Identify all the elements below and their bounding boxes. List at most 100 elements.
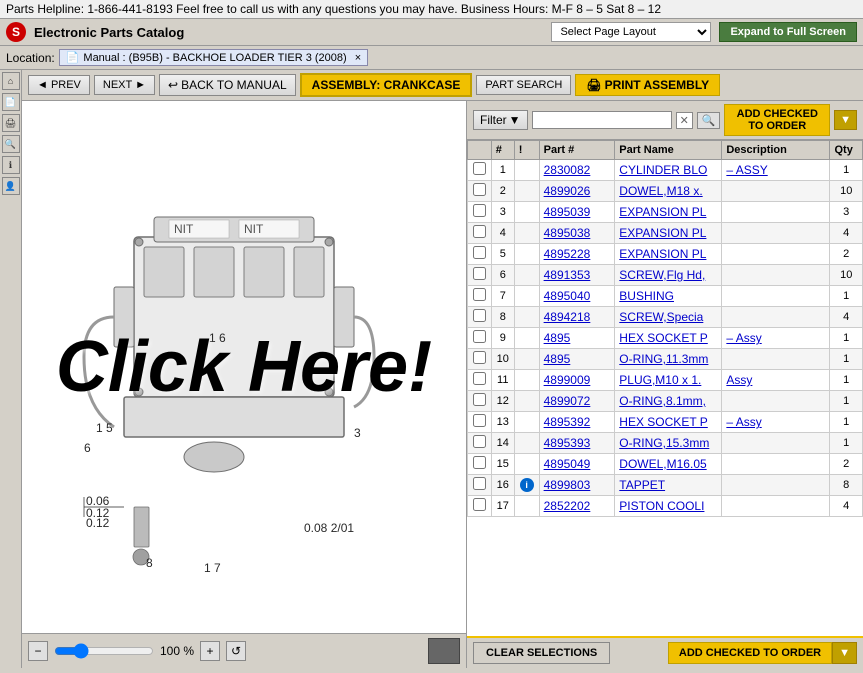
row-part-number[interactable]: 4895392	[539, 412, 615, 433]
clear-selections-button[interactable]: CLEAR SELECTIONS	[473, 642, 610, 664]
part-number-link[interactable]: 4895040	[544, 289, 591, 303]
row-checkbox[interactable]	[473, 435, 486, 448]
row-description[interactable]	[722, 391, 830, 412]
part-number-link[interactable]: 4895393	[544, 436, 591, 450]
part-name-link[interactable]: TAPPET	[619, 478, 665, 492]
row-part-number[interactable]: 4899803	[539, 475, 615, 496]
row-description[interactable]	[722, 265, 830, 286]
assembly-image[interactable]: NIT NIT 0.06 0.12 0.12 1 5 1 6	[22, 101, 466, 633]
row-checkbox[interactable]	[473, 456, 486, 469]
row-part-name[interactable]: SCREW,Specia	[615, 307, 722, 328]
add-checked-to-order-button[interactable]: ADD CHECKED TO ORDER	[724, 104, 830, 136]
row-description[interactable]: – ASSY	[722, 160, 830, 181]
row-description[interactable]	[722, 181, 830, 202]
row-part-number[interactable]: 4895	[539, 328, 615, 349]
part-name-link[interactable]: O-RING,15.3mm	[619, 436, 709, 450]
sidebar-icon-doc[interactable]: 📄	[2, 93, 20, 111]
row-description[interactable]	[722, 496, 830, 517]
print-assembly-button[interactable]: 🖨 PRINT ASSEMBLY	[575, 74, 720, 96]
row-checkbox[interactable]	[473, 183, 486, 196]
part-name-link[interactable]: EXPANSION PL	[619, 247, 706, 261]
part-number-link[interactable]: 4899072	[544, 394, 591, 408]
row-part-number[interactable]: 4895039	[539, 202, 615, 223]
row-description[interactable]	[722, 307, 830, 328]
row-part-name[interactable]: HEX SOCKET P	[615, 412, 722, 433]
part-name-link[interactable]: SCREW,Flg Hd,	[619, 268, 705, 282]
sidebar-icon-search[interactable]: 🔍	[2, 135, 20, 153]
row-part-name[interactable]: O-RING,11.3mm	[615, 349, 722, 370]
row-part-name[interactable]: O-RING,15.3mm	[615, 433, 722, 454]
part-number-link[interactable]: 4895	[544, 331, 571, 345]
row-part-number[interactable]: 4895393	[539, 433, 615, 454]
row-description[interactable]: Assy	[722, 370, 830, 391]
part-number-link[interactable]: 2830082	[544, 163, 591, 177]
part-number-link[interactable]: 4895228	[544, 247, 591, 261]
row-part-name[interactable]: EXPANSION PL	[615, 202, 722, 223]
row-part-number[interactable]: 4894218	[539, 307, 615, 328]
part-number-link[interactable]: 2852202	[544, 499, 591, 513]
row-checkbox[interactable]	[473, 372, 486, 385]
add-checked-bottom-arrow-button[interactable]: ▼	[832, 642, 857, 664]
page-layout-select[interactable]: Select Page Layout	[551, 22, 711, 42]
filter-input[interactable]	[532, 111, 672, 129]
row-part-number[interactable]: 2830082	[539, 160, 615, 181]
part-number-link[interactable]: 4899009	[544, 373, 591, 387]
back-to-manual-button[interactable]: ↩ BACK TO MANUAL	[159, 74, 296, 96]
row-part-name[interactable]: SCREW,Flg Hd,	[615, 265, 722, 286]
row-checkbox[interactable]	[473, 162, 486, 175]
row-part-number[interactable]: 4895	[539, 349, 615, 370]
add-checked-arrow-button[interactable]: ▼	[834, 110, 857, 130]
part-name-link[interactable]: PLUG,M10 x 1.	[619, 373, 701, 387]
part-number-link[interactable]: 4895049	[544, 457, 591, 471]
next-button[interactable]: NEXT ►	[94, 75, 155, 95]
filter-clear-button[interactable]: ✕	[676, 112, 693, 129]
part-name-link[interactable]: BUSHING	[619, 289, 674, 303]
expand-fullscreen-button[interactable]: Expand to Full Screen	[719, 22, 857, 42]
row-warning[interactable]: i	[514, 475, 539, 496]
row-part-number[interactable]: 4895040	[539, 286, 615, 307]
row-part-name[interactable]: PISTON COOLI	[615, 496, 722, 517]
sidebar-icon-person[interactable]: 👤	[2, 177, 20, 195]
part-name-link[interactable]: HEX SOCKET P	[619, 331, 707, 345]
row-part-number[interactable]: 4895228	[539, 244, 615, 265]
row-part-name[interactable]: O-RING,8.1mm,	[615, 391, 722, 412]
part-name-link[interactable]: O-RING,8.1mm,	[619, 394, 706, 408]
row-description[interactable]	[722, 286, 830, 307]
map-thumbnail[interactable]	[428, 638, 460, 664]
part-name-link[interactable]: EXPANSION PL	[619, 226, 706, 240]
part-number-link[interactable]: 4895038	[544, 226, 591, 240]
row-part-name[interactable]: CYLINDER BLO	[615, 160, 722, 181]
part-name-link[interactable]: O-RING,11.3mm	[619, 352, 708, 366]
part-number-link[interactable]: 4891353	[544, 268, 591, 282]
part-number-link[interactable]: 4895	[544, 352, 571, 366]
part-name-link[interactable]: HEX SOCKET P	[619, 415, 707, 429]
part-name-link[interactable]: EXPANSION PL	[619, 205, 706, 219]
row-description[interactable]	[722, 433, 830, 454]
row-description[interactable]	[722, 454, 830, 475]
zoom-out-button[interactable]: −	[28, 641, 48, 661]
row-part-name[interactable]: DOWEL,M18 x.	[615, 181, 722, 202]
row-checkbox[interactable]	[473, 246, 486, 259]
part-name-link[interactable]: CYLINDER BLO	[619, 163, 707, 177]
zoom-in-button[interactable]: +	[200, 641, 220, 661]
part-number-link[interactable]: 4899803	[544, 478, 591, 492]
row-checkbox[interactable]	[473, 204, 486, 217]
row-description[interactable]	[722, 244, 830, 265]
zoom-slider[interactable]	[54, 643, 154, 659]
part-name-link[interactable]: PISTON COOLI	[619, 499, 704, 513]
part-name-link[interactable]: DOWEL,M18 x.	[619, 184, 702, 198]
part-number-link[interactable]: 4894218	[544, 310, 591, 324]
row-checkbox[interactable]	[473, 498, 486, 511]
zoom-reset-button[interactable]: ↺	[226, 641, 246, 661]
row-part-name[interactable]: BUSHING	[615, 286, 722, 307]
row-checkbox[interactable]	[473, 288, 486, 301]
part-number-link[interactable]: 4895392	[544, 415, 591, 429]
sidebar-icon-print[interactable]: 🖨	[2, 114, 20, 132]
part-number-link[interactable]: 4895039	[544, 205, 591, 219]
row-description[interactable]	[722, 223, 830, 244]
filter-search-button[interactable]: 🔍	[697, 112, 721, 129]
row-checkbox[interactable]	[473, 477, 486, 490]
part-name-link[interactable]: SCREW,Specia	[619, 310, 703, 324]
row-part-number[interactable]: 4899026	[539, 181, 615, 202]
part-search-button[interactable]: PART SEARCH	[476, 75, 571, 95]
